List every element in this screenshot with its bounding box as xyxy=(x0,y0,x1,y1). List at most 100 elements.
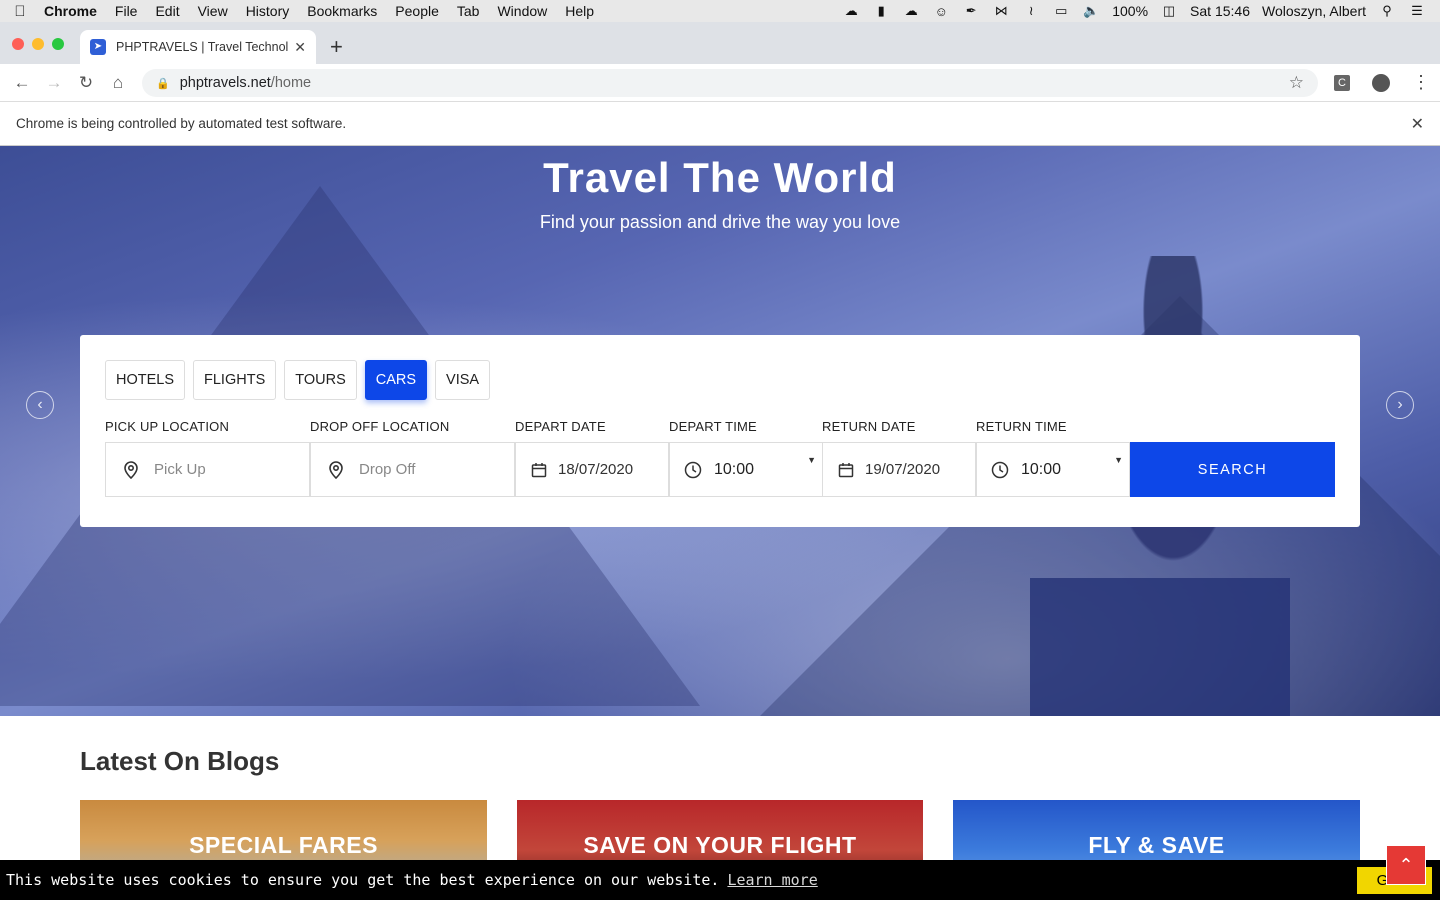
infobar-text: Chrome is being controlled by automated … xyxy=(16,116,347,131)
home-icon[interactable]: ⌂ xyxy=(102,73,134,93)
search-tabs: HOTELS FLIGHTS TOURS CARS VISA xyxy=(105,360,491,400)
bookmark-star-icon[interactable]: ☆ xyxy=(1289,73,1304,93)
browser-tab[interactable]: ➤ PHPTRAVELS | Travel Technolo ✕ xyxy=(80,30,316,64)
hero-subtitle: Find your passion and drive the way you … xyxy=(539,212,901,232)
chevron-down-icon[interactable]: ▼ xyxy=(807,455,816,465)
battery-percent: 100% xyxy=(1112,3,1149,19)
depart-time-label: DEPART TIME xyxy=(669,419,757,434)
menu-edit[interactable]: Edit xyxy=(146,3,188,19)
tab-strip: ➤ PHPTRAVELS | Travel Technolo ✕ + xyxy=(0,22,1440,64)
dropoff-field[interactable]: Drop Off xyxy=(310,442,515,497)
reload-icon[interactable]: ↻ xyxy=(70,73,102,93)
cloud-upload-icon[interactable]: ☁ xyxy=(902,3,920,18)
tab-cars[interactable]: CARS xyxy=(364,360,428,400)
depart-time-select[interactable]: 10:00 xyxy=(714,461,754,479)
user-lock-icon[interactable]: ☺ xyxy=(932,4,950,19)
clock-icon xyxy=(991,461,1009,479)
chevron-up-icon: ⌃ xyxy=(1398,854,1414,875)
depart-date-input[interactable]: 18/07/2020 xyxy=(558,461,633,478)
url-path: /home xyxy=(270,75,312,91)
volume-icon[interactable]: 🔈 xyxy=(1082,3,1100,18)
url-host: phptravels.net xyxy=(179,75,271,91)
menu-bookmarks[interactable]: Bookmarks xyxy=(298,3,386,19)
tab-hotels[interactable]: HOTELS xyxy=(105,360,186,400)
map-pin-icon xyxy=(327,460,345,479)
minimize-window-button[interactable] xyxy=(32,38,44,50)
menu-tab[interactable]: Tab xyxy=(448,3,489,19)
menu-people[interactable]: People xyxy=(386,3,448,19)
profile-avatar-icon[interactable] xyxy=(1372,73,1390,92)
depart-date-field[interactable]: 18/07/2020 xyxy=(515,442,669,497)
chevron-down-icon[interactable]: ▼ xyxy=(1114,455,1123,465)
zoom-window-button[interactable] xyxy=(52,38,64,50)
slider-prev-icon[interactable]: ‹ xyxy=(26,391,54,419)
menu-help[interactable]: Help xyxy=(556,3,603,19)
chrome-menu-icon[interactable]: ⋮ xyxy=(1412,72,1430,93)
slider-next-icon[interactable]: › xyxy=(1386,391,1414,419)
scroll-to-top-button[interactable]: ⌃ xyxy=(1386,845,1426,885)
clock[interactable]: Sat 15:46 xyxy=(1190,3,1250,19)
hero-title: Travel The World xyxy=(543,154,897,201)
toolbar-right: C ⋮ xyxy=(1334,72,1430,93)
search-panel: HOTELS FLIGHTS TOURS CARS VISA PICK UP L… xyxy=(80,335,1360,527)
tab-visa[interactable]: VISA xyxy=(435,360,491,400)
window-controls xyxy=(12,38,64,50)
search-button[interactable]: SEARCH xyxy=(1130,442,1335,497)
menu-history[interactable]: History xyxy=(237,3,299,19)
battery-icon[interactable]: ◫ xyxy=(1160,3,1178,18)
clock-icon xyxy=(684,461,702,479)
return-date-input[interactable]: 19/07/2020 xyxy=(865,461,940,478)
bluetooth-icon[interactable]: ⋈ xyxy=(992,3,1010,18)
wifi-icon[interactable]: ≀ xyxy=(1022,3,1040,18)
tab-flights[interactable]: FLIGHTS xyxy=(193,360,277,400)
calendar-icon xyxy=(530,461,548,479)
cookie-banner: This website uses cookies to ensure you … xyxy=(0,860,1440,900)
back-arrow-icon[interactable]: ← xyxy=(6,73,38,93)
return-date-label: RETURN DATE xyxy=(822,419,916,434)
blog-card-title: SAVE ON YOUR FLIGHT xyxy=(583,832,857,858)
blog-card-title: SPECIAL FARES xyxy=(189,832,378,858)
close-window-button[interactable] xyxy=(12,38,24,50)
new-tab-button[interactable]: + xyxy=(330,36,343,58)
tab-title: PHPTRAVELS | Travel Technolo xyxy=(116,40,289,54)
map-pin-icon xyxy=(122,460,140,479)
extension-icon[interactable]: C xyxy=(1334,74,1350,91)
address-bar[interactable]: 🔒 phptravels.net /home ☆ xyxy=(142,69,1318,97)
shield-icon[interactable]: ▮ xyxy=(872,3,890,18)
cloud-sync-icon[interactable]: ☁ xyxy=(842,3,860,18)
depart-time-field[interactable]: 10:00 ▼ xyxy=(669,442,823,497)
spotlight-search-icon[interactable]: ⚲ xyxy=(1378,3,1396,18)
menu-app-chrome[interactable]: Chrome xyxy=(40,3,106,19)
blogs-heading: Latest On Blogs xyxy=(80,746,280,776)
macos-menubar:  Chrome File Edit View History Bookmark… xyxy=(0,0,1440,22)
calendar-icon xyxy=(837,461,855,479)
user-name[interactable]: Woloszyn, Albert xyxy=(1262,3,1366,19)
browser-toolbar: ← → ↻ ⌂ 🔒 phptravels.net /home ☆ C ⋮ xyxy=(0,64,1440,102)
site-favicon-icon: ➤ xyxy=(90,39,106,55)
airplay-icon[interactable]: ▭ xyxy=(1052,3,1070,18)
pickup-input[interactable]: Pick Up xyxy=(154,461,206,478)
cookie-text: This website uses cookies to ensure you … xyxy=(6,871,720,889)
pickup-field[interactable]: Pick Up xyxy=(105,442,310,497)
depart-date-label: DEPART DATE xyxy=(515,419,606,434)
return-time-select[interactable]: 10:00 xyxy=(1021,461,1061,479)
menu-file[interactable]: File xyxy=(106,3,147,19)
return-time-field[interactable]: 10:00 ▼ xyxy=(976,442,1130,497)
tab-tours[interactable]: TOURS xyxy=(284,360,357,400)
menu-window[interactable]: Window xyxy=(488,3,556,19)
blog-card-title: FLY & SAVE xyxy=(1088,832,1225,858)
return-time-label: RETURN TIME xyxy=(976,419,1067,434)
feather-icon[interactable]: ✒ xyxy=(962,3,980,18)
pickup-label: PICK UP LOCATION xyxy=(105,419,230,434)
learn-more-link[interactable]: Learn more xyxy=(727,871,817,889)
forward-arrow-icon[interactable]: → xyxy=(38,73,70,93)
return-date-field[interactable]: 19/07/2020 xyxy=(822,442,976,497)
automation-infobar: Chrome is being controlled by automated … xyxy=(0,102,1440,146)
notification-center-icon[interactable]: ☰ xyxy=(1408,3,1426,18)
close-infobar-icon[interactable]: ✕ xyxy=(1411,114,1424,134)
menu-view[interactable]: View xyxy=(189,3,237,19)
dropoff-input[interactable]: Drop Off xyxy=(359,461,415,478)
apple-icon[interactable]:  xyxy=(0,3,40,20)
close-tab-icon[interactable]: ✕ xyxy=(294,39,306,56)
lock-icon[interactable]: 🔒 xyxy=(156,77,170,90)
